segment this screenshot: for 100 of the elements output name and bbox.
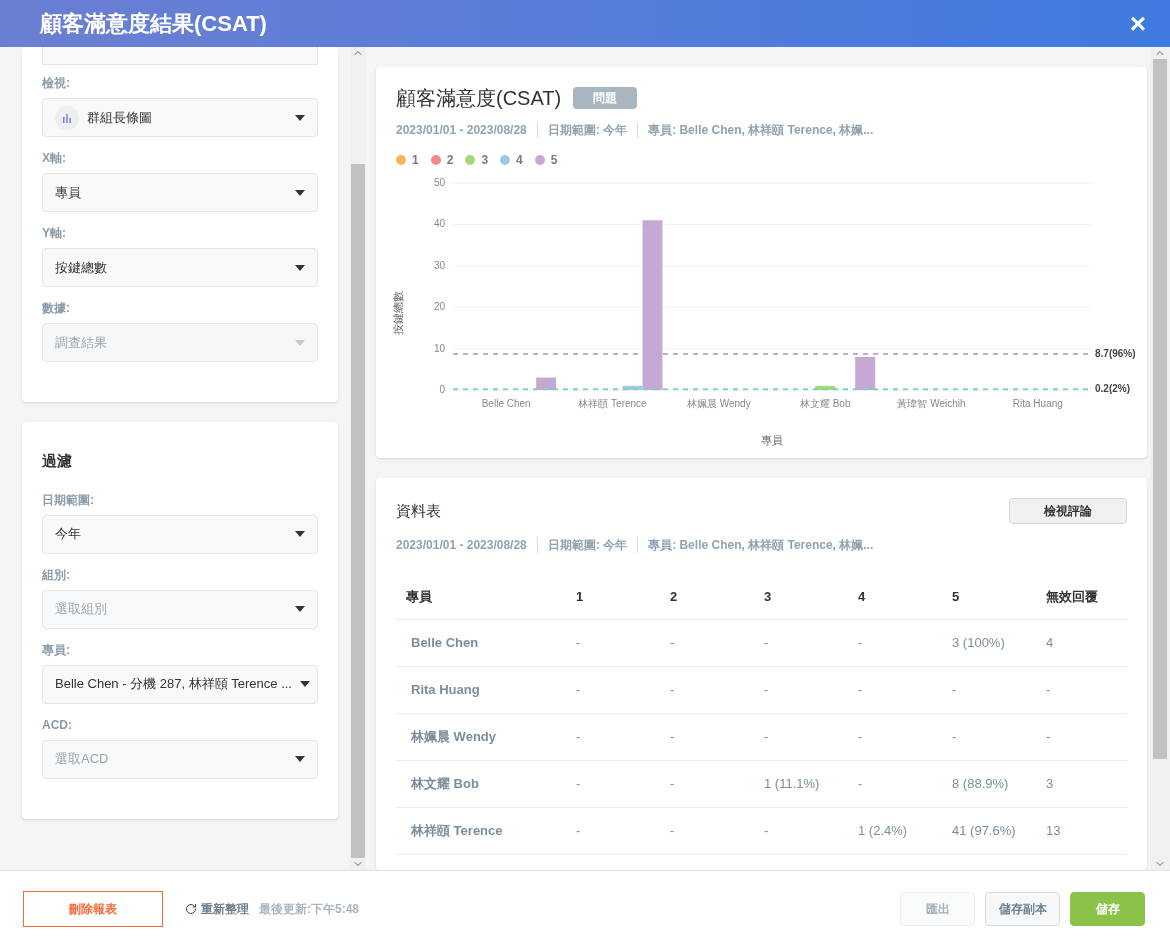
close-button[interactable]: × [1129,9,1146,38]
table-cell-text: - [857,775,864,794]
table-cell-text: 林姵晨 Wendy [410,728,497,747]
table-cell-text: 林文耀 Bob [410,775,480,794]
footer-button[interactable]: 儲存副本 [985,892,1060,926]
table-cell-text: - [575,728,582,747]
table-cell-text: - [951,728,958,747]
dropdown[interactable]: Belle Chen - 分機 287, 林祥頤 Terence ... [42,664,318,704]
table-cell-text: - [669,634,676,653]
bar [855,356,876,390]
table-cell-text: - [951,681,958,700]
dropdown-value: 今年 [55,525,82,544]
column-header: 無效回覆 [1045,587,1099,606]
table-cell-text: 8 (88.9%) [951,775,1010,794]
field-label: X軸: [42,150,67,167]
dropdown-value: 專員 [55,183,82,202]
caret-icon [295,606,305,612]
table-cell-text: 1 (11.1%) [763,775,821,794]
table-cell-text: 3 (100%) [951,634,1006,653]
refresh-button[interactable]: 重新整理 [185,900,249,918]
table-cell-text: - [763,728,770,747]
dropdown[interactable]: 選取組別 [42,589,318,629]
table-cell-text: - [857,681,864,700]
legend-label: 2 [446,152,454,169]
dropdown-value: 群組長條圖 [87,108,153,127]
table-cell-text: - [763,681,770,700]
last-updated-text: 最後更新:下午5:48 [259,901,359,918]
table-cell-text: - [575,681,582,700]
caret-icon [295,531,305,537]
scrollbar[interactable] [1150,47,1170,870]
y-axis-title: 按鍵總數 [392,291,404,335]
legend-label: 3 [481,152,489,169]
bar [815,385,836,390]
placeholder-text: 選取組別 [55,600,108,619]
table-cell-text: - [575,634,582,653]
table-cell-text: - [857,634,864,653]
dropdown-value: 按鍵總數 [55,258,108,277]
y-tick-label: 50 [433,177,445,188]
dropdown[interactable]: 專員 [42,173,318,212]
meta-text: 日期範圍: 今年 [547,122,628,139]
meta-text: 專員: Belle Chen, 林祥頤 Terence, 林姵... [648,537,874,554]
field-label: ACD: [42,716,73,734]
y-tick-label: 40 [433,218,445,230]
table-cell-text: - [669,775,676,794]
column-header: 5 [951,587,961,606]
y-tick-label: 20 [433,301,445,313]
card-title: 資料表 [396,500,441,521]
dropdown-value: Belle Chen - 分機 287, 林祥頤 Terence ... [55,675,292,694]
meta-text: 日期範圍: 今年 [547,537,628,554]
caret-icon [295,114,305,121]
card-title: 過濾 [42,451,73,471]
table-cell-text: - [857,728,864,747]
dropdown[interactable]: 今年 [42,514,318,554]
table-cell-text: - [575,822,582,841]
table-cell-text: - [1045,681,1052,700]
x-tick-label: 林文耀 Bob [799,398,851,409]
table-cell-text: - [575,775,582,794]
scrollbar[interactable] [350,47,366,870]
footer-button[interactable]: 儲存 [1070,892,1145,926]
table-cell-text: Belle Chen [410,634,480,653]
field-label: 專員: [42,641,71,659]
table-cell-text: 1 (2.4%) [857,822,909,841]
field-label: 檢視: [42,75,71,92]
view-comments-button[interactable]: 檢視評論 [1009,498,1127,524]
meta-text: 專員: Belle Chen, 林祥頤 Terence, 林姵... [648,122,874,139]
caret-icon [300,681,310,687]
column-header: 1 [575,587,585,606]
dropdown[interactable]: 選取ACD [42,739,318,779]
table-cell-text: - [669,728,676,747]
dropdown[interactable]: 按鍵總數 [42,248,318,287]
x-tick-label: 林祥頤 Terence [578,398,647,409]
table-cell-text: Rita Huang [410,681,481,700]
legend-label: 5 [550,152,558,169]
tag: 問題 [573,87,638,109]
dropdown[interactable]: 群組長條圖 [42,98,318,137]
meta-text: 2023/01/01 - 2023/08/28 [396,537,527,554]
y-tick-label: 30 [433,259,445,271]
field-label: 數據: [42,300,71,317]
placeholder-text: 選取ACD [55,750,110,769]
table-cell-text: 4 [1045,634,1055,653]
delete-report-button[interactable]: 刪除報表 [23,891,163,927]
column-header: 2 [669,587,679,606]
table-cell-text: - [1045,728,1052,747]
dropdown-value: 調查結果 [55,333,108,352]
y-tick-label: 10 [433,342,445,354]
table-cell-text: 41 (97.6%) [951,822,1017,841]
x-tick-label: Rita Huang [1012,398,1063,409]
text-field[interactable] [42,47,318,65]
window-title: 顧客滿意度結果(CSAT) [40,10,267,38]
table-cell-text: 林祥頤 Terence [410,822,504,841]
field-label: 組別: [42,566,71,584]
field-label: 日期範圍: [42,491,95,509]
column-header: 3 [763,587,773,606]
table-cell-text: 13 [1045,822,1062,841]
legend-label: 1 [412,152,419,169]
table-cell-text: 3 [1045,775,1055,794]
meta-text: 2023/01/01 - 2023/08/28 [396,122,527,139]
field-label: Y軸: [42,225,67,242]
bar-chart-icon [55,105,79,130]
card-title: 顧客滿意度(CSAT) [396,86,562,111]
